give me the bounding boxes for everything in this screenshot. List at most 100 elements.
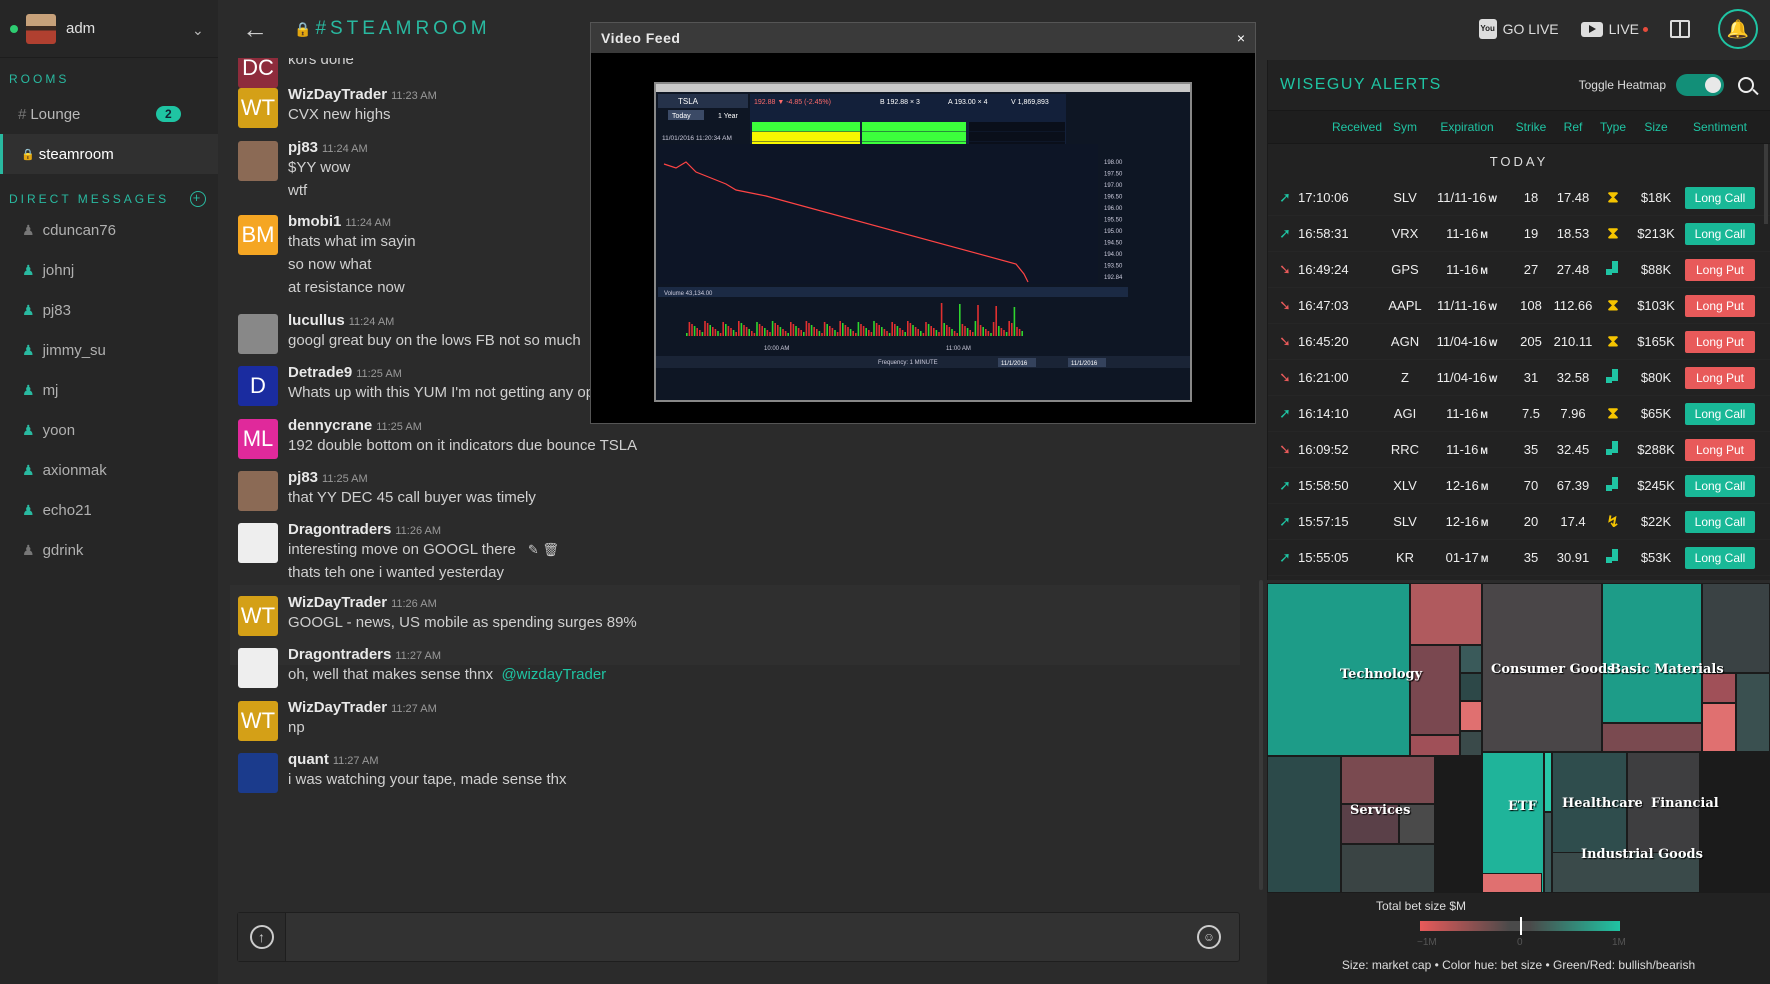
alert-row[interactable]: ➘ 16:09:52 RRC 11-16 M 35 32.45 $288K Long Put xyxy=(1268,432,1770,468)
alert-row[interactable]: ➘ 16:45:20 AGN 11/04-16 W 205 210.11 ⧗ $165K Long… xyxy=(1268,324,1770,360)
avatar[interactable]: BM xyxy=(238,215,278,255)
avatar[interactable] xyxy=(238,471,278,511)
sentiment-badge[interactable]: Long Call xyxy=(1685,546,1755,569)
alert-symbol[interactable]: XLV xyxy=(1386,478,1424,493)
sentiment-badge[interactable]: Long Call xyxy=(1685,186,1755,209)
alert-symbol[interactable]: RRC xyxy=(1386,442,1424,457)
sentiment-badge[interactable]: Long Call xyxy=(1685,222,1755,245)
close-icon[interactable]: × xyxy=(1237,30,1245,46)
sentiment-badge[interactable]: Long Put xyxy=(1685,330,1755,353)
alerts-scrollbar[interactable] xyxy=(1764,144,1768,224)
heatmap-tile[interactable] xyxy=(1702,673,1736,703)
avatar[interactable] xyxy=(238,753,278,793)
alert-row[interactable]: ➚ 16:58:31 VRX 11-16 M 19 18.53 ⧗ $213K Long Call xyxy=(1268,216,1770,252)
column-header[interactable]: Size xyxy=(1632,120,1680,134)
sidebar-item-axionmak[interactable]: ♟ axionmak xyxy=(0,450,218,490)
alert-symbol[interactable]: AGN xyxy=(1386,334,1424,349)
go-live-button[interactable]: You GO LIVE xyxy=(1478,19,1559,39)
alert-symbol[interactable]: Z xyxy=(1386,370,1424,385)
column-header[interactable]: Sentiment xyxy=(1680,120,1760,134)
avatar[interactable]: WT xyxy=(238,88,278,128)
heatmap-tile[interactable] xyxy=(1341,844,1435,893)
message-author[interactable]: WizDayTrader xyxy=(288,699,387,716)
search-icon[interactable] xyxy=(1738,77,1754,93)
heatmap-tile[interactable] xyxy=(1460,731,1482,756)
message-author[interactable]: lucullus xyxy=(288,312,345,329)
message-author[interactable]: WizDayTrader xyxy=(288,86,387,103)
sidebar-item-yoon[interactable]: ♟ yoon xyxy=(0,410,218,450)
heatmap-tile[interactable] xyxy=(1544,812,1552,893)
sidebar-item-gdrink[interactable]: ♟ gdrink xyxy=(0,530,218,570)
message-author[interactable]: Detrade9 xyxy=(288,364,352,381)
message-author[interactable]: pj83 xyxy=(288,469,318,486)
notifications-bell-icon[interactable]: 🔔 xyxy=(1718,9,1758,49)
heatmap-tile[interactable] xyxy=(1702,703,1736,752)
layout-toggle-icon[interactable] xyxy=(1670,20,1690,38)
heatmap-tile[interactable] xyxy=(1460,701,1482,731)
sentiment-badge[interactable]: Long Put xyxy=(1685,294,1755,317)
alert-row[interactable]: ➚ 16:14:10 AGI 11-16 M 7.5 7.96 ⧗ $65K Long Call xyxy=(1268,396,1770,432)
alert-symbol[interactable]: AGI xyxy=(1386,406,1424,421)
sentiment-badge[interactable]: Long Call xyxy=(1685,402,1755,425)
sentiment-badge[interactable]: Long Call xyxy=(1685,510,1755,533)
sentiment-badge[interactable]: Long Put xyxy=(1685,438,1755,461)
message-author[interactable]: quant xyxy=(288,751,329,768)
avatar[interactable]: ML xyxy=(238,419,278,459)
sidebar-item-johnj[interactable]: ♟ johnj xyxy=(0,250,218,290)
sidebar-item-cduncan76[interactable]: ♟ cduncan76 xyxy=(0,210,218,250)
heatmap-tile[interactable] xyxy=(1410,645,1460,735)
alert-row[interactable]: ➚ 17:10:06 SLV 11/11-16 W 18 17.48 ⧗ $18K Long Ca… xyxy=(1268,180,1770,216)
user-mention[interactable]: @wizdayTrader xyxy=(501,666,606,683)
sidebar-item-lounge[interactable]: # Lounge 2 xyxy=(0,94,218,134)
chevron-down-icon[interactable]: ⌄ xyxy=(192,22,206,38)
message-author[interactable]: pj83 xyxy=(288,139,318,156)
emoji-icon[interactable]: ☺ xyxy=(1197,925,1221,949)
sentiment-badge[interactable]: Long Call xyxy=(1685,474,1755,497)
heatmap-tile[interactable] xyxy=(1602,583,1702,723)
sidebar-item-mj[interactable]: ♟ mj xyxy=(0,370,218,410)
message-author[interactable]: Dragontraders xyxy=(288,521,391,538)
heatmap-tile[interactable] xyxy=(1736,673,1770,752)
upload-button[interactable]: ↑ xyxy=(238,913,286,961)
heatmap-tile[interactable] xyxy=(1410,735,1460,756)
avatar[interactable] xyxy=(238,141,278,181)
alert-row[interactable]: ➚ 15:55:05 KR 01-17 M 35 30.91 $53K Long Call xyxy=(1268,540,1770,576)
avatar[interactable]: D xyxy=(238,366,278,406)
column-header[interactable]: Type xyxy=(1594,120,1632,134)
message-author[interactable]: dennycrane xyxy=(288,417,372,434)
column-header[interactable]: Strike xyxy=(1510,120,1552,134)
column-header[interactable]: Sym xyxy=(1386,120,1424,134)
sidebar-item-echo21[interactable]: ♟ echo21 xyxy=(0,490,218,530)
heatmap-toggle[interactable] xyxy=(1676,74,1724,96)
heatmap-tile[interactable] xyxy=(1341,756,1435,804)
avatar[interactable]: DC xyxy=(238,58,278,88)
heatmap-tile[interactable] xyxy=(1482,752,1544,893)
sidebar-item-jimmy_su[interactable]: ♟ jimmy_su xyxy=(0,330,218,370)
message-author[interactable]: WizDayTrader xyxy=(288,594,387,611)
back-arrow-icon[interactable]: ← xyxy=(242,14,272,45)
sentiment-badge[interactable]: Long Put xyxy=(1685,258,1755,281)
alert-row[interactable]: ➚ 15:58:50 XLV 12-16 M 70 67.39 $245K Long Call xyxy=(1268,468,1770,504)
heatmap-tile[interactable] xyxy=(1702,583,1770,673)
heatmap-tile[interactable] xyxy=(1410,583,1482,645)
edit-delete-icons[interactable]: ✎ 🗑 xyxy=(528,542,559,557)
avatar[interactable]: WT xyxy=(238,596,278,636)
video-titlebar[interactable]: Video Feed × xyxy=(591,23,1255,53)
heatmap-tile[interactable] xyxy=(1482,873,1542,893)
message-scrollbar[interactable] xyxy=(1259,580,1263,890)
video-feed-window[interactable]: Video Feed × TSLA Today 1 Year 11/01/201… xyxy=(590,22,1256,424)
sentiment-badge[interactable]: Long Put xyxy=(1685,366,1755,389)
alert-row[interactable]: ➚ 15:57:15 SLV 12-16 M 20 17.4 ↯ $22K Long Call xyxy=(1268,504,1770,540)
live-button[interactable]: LIVE xyxy=(1580,21,1648,37)
alert-symbol[interactable]: VRX xyxy=(1386,226,1424,241)
heatmap-tile[interactable] xyxy=(1460,673,1482,701)
heatmap-tile[interactable] xyxy=(1460,645,1482,673)
message-author[interactable]: Dragontraders xyxy=(288,646,391,663)
column-header[interactable]: Expiration xyxy=(1424,120,1510,134)
heatmap-tile[interactable] xyxy=(1544,752,1552,812)
avatar[interactable] xyxy=(238,314,278,354)
sidebar-item-steamroom[interactable]: 🔒 steamroom xyxy=(0,134,218,174)
alert-symbol[interactable]: AAPL xyxy=(1386,298,1424,313)
avatar[interactable] xyxy=(238,648,278,688)
message-input[interactable] xyxy=(286,913,1197,961)
